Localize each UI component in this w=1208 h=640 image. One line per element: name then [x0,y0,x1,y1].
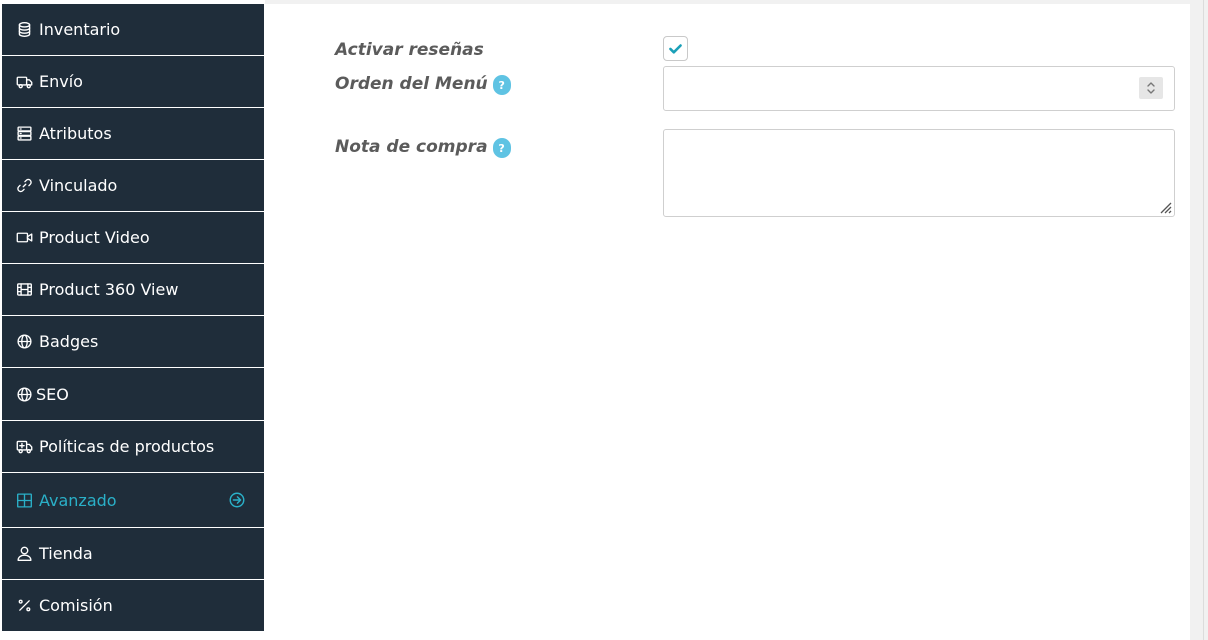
sidebar-item-product-360-view[interactable]: Product 360 View [2,264,264,315]
sidebar-item-inventario[interactable]: Inventario [2,4,264,55]
help-icon[interactable]: ? [492,138,511,158]
sidebar-item-tienda[interactable]: Tienda [2,528,264,579]
database-icon [14,20,34,40]
help-icon[interactable]: ? [492,75,511,95]
sidebar: Inventario Envío Atributos Vinculado Pro… [0,0,265,640]
sidebar-item-product-video[interactable]: Product Video [2,212,264,263]
purchase-note-label: Nota de compra ? [335,135,511,158]
purchase-note-label-text: Nota de compra [335,136,488,157]
reviews-label: Activar reseñas [335,40,484,60]
user-icon [14,544,34,564]
reviews-checkbox[interactable] [663,36,688,61]
sidebar-item-label: Badges [39,332,99,351]
grid-icon [14,490,34,510]
sidebar-item-comision[interactable]: Comisión [2,580,264,631]
sidebar-item-badges[interactable]: Badges [2,316,264,367]
check-icon [669,44,682,54]
sidebar-item-label: Vinculado [39,176,118,195]
globe-icon [14,332,34,352]
purchase-note-textarea[interactable] [663,129,1175,217]
server-icon [14,124,34,144]
sidebar-item-politicas-de-productos[interactable]: Políticas de productos [2,421,264,472]
scrollbar-track[interactable] [1193,0,1208,640]
sidebar-item-label: Envío [39,72,83,91]
sidebar-item-label: Product Video [39,228,150,247]
medical-truck-icon [14,437,34,457]
sidebar-item-label: Atributos [39,124,112,143]
sidebar-item-label: Product 360 View [39,280,179,299]
menu-order-label-text: Orden del Menú [335,73,488,94]
sidebar-item-label: Inventario [39,20,121,39]
link-icon [14,176,34,196]
sidebar-item-avanzado[interactable]: Avanzado [2,473,264,527]
up-down-chevron-icon [1147,82,1155,94]
globe-icon [14,384,34,404]
sidebar-item-envio[interactable]: Envío [2,56,264,107]
sidebar-item-atributos[interactable]: Atributos [2,108,264,159]
truck-icon [14,72,34,92]
sidebar-item-label: Comisión [39,596,113,615]
number-spinner[interactable] [1139,77,1163,99]
menu-order-input[interactable] [663,66,1175,111]
scrollbar-divider [1203,0,1204,640]
menu-order-label: Orden del Menú ? [335,72,511,95]
percent-icon [14,596,34,616]
arrow-right-circle-icon [228,491,246,509]
sidebar-item-label: Tienda [39,544,93,563]
sidebar-item-seo[interactable]: SEO [2,368,264,420]
sidebar-item-label: SEO [36,384,69,404]
film-icon [14,280,34,300]
sidebar-item-label: Políticas de productos [39,437,215,456]
video-icon [14,228,34,248]
sidebar-item-vinculado[interactable]: Vinculado [2,160,264,211]
resize-handle-icon[interactable] [1156,198,1172,214]
reviews-label-text: Activar reseñas [335,40,484,60]
sidebar-item-label: Avanzado [39,490,117,510]
